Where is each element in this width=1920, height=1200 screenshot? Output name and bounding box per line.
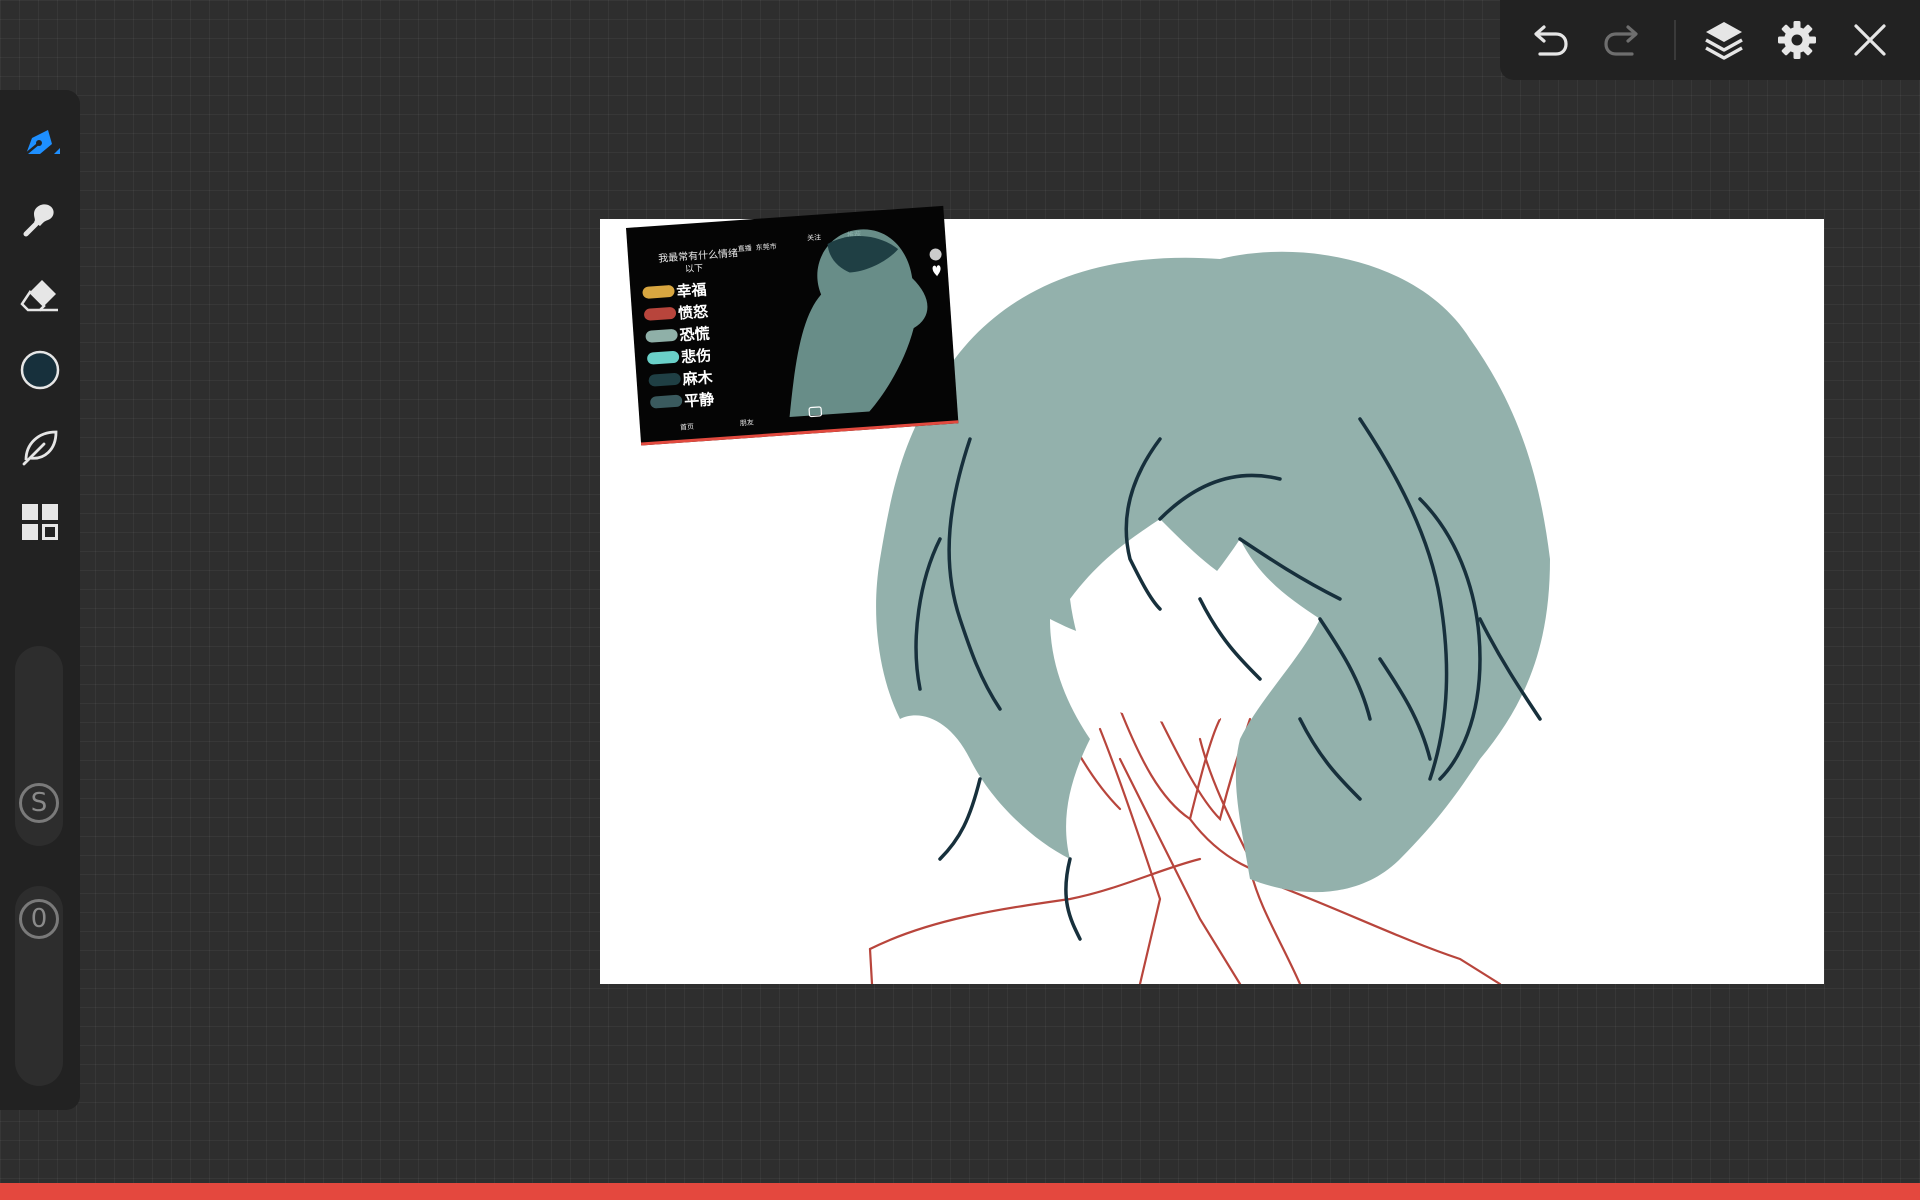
brush-size-slider[interactable]: S (15, 646, 63, 846)
gallery-button[interactable] (14, 496, 66, 548)
undo-icon (1534, 25, 1568, 56)
eraser-icon (20, 280, 58, 312)
brush-icon (23, 204, 54, 237)
gear-icon (1778, 21, 1816, 59)
brush-size-knob[interactable]: S (19, 783, 59, 823)
close-icon (1854, 24, 1886, 56)
pen-tool-button[interactable] (14, 116, 66, 168)
eraser-tool-button[interactable] (14, 268, 66, 320)
opacity-label: 0 (30, 904, 48, 934)
toolbar-divider (1674, 20, 1676, 60)
layers-icon (1705, 22, 1743, 60)
grid-icon (22, 504, 58, 540)
brush-tool-button[interactable] (14, 192, 66, 244)
redo-icon (1604, 25, 1638, 56)
left-toolbar: S 0 (0, 90, 80, 1110)
undo-button[interactable] (1524, 16, 1572, 64)
opacity-knob[interactable]: 0 (19, 899, 59, 939)
smudge-tool-button[interactable] (14, 420, 66, 472)
reference-illustration (789, 229, 942, 418)
opacity-slider[interactable]: 0 (15, 886, 63, 1086)
reference-image[interactable]: 我最常有什么情绪 以下 直播 东莞市 关注 推荐 幸福 愤怒 恐慌 悲伤 麻木 … (626, 205, 959, 446)
bottom-status-bar (0, 1183, 1920, 1200)
brush-size-label: S (30, 788, 48, 818)
top-action-bar (1500, 0, 1920, 80)
redo-button[interactable] (1600, 16, 1648, 64)
reference-nav-home: 首页 (679, 423, 695, 432)
settings-button[interactable] (1773, 16, 1821, 64)
pen-icon (25, 130, 60, 155)
reference-nav-friends: 朋友 (739, 419, 755, 428)
layers-button[interactable] (1700, 16, 1748, 64)
color-swatch-icon (20, 350, 60, 390)
color-picker-button[interactable] (14, 344, 66, 396)
leaf-icon (22, 430, 58, 466)
close-button[interactable] (1846, 16, 1894, 64)
